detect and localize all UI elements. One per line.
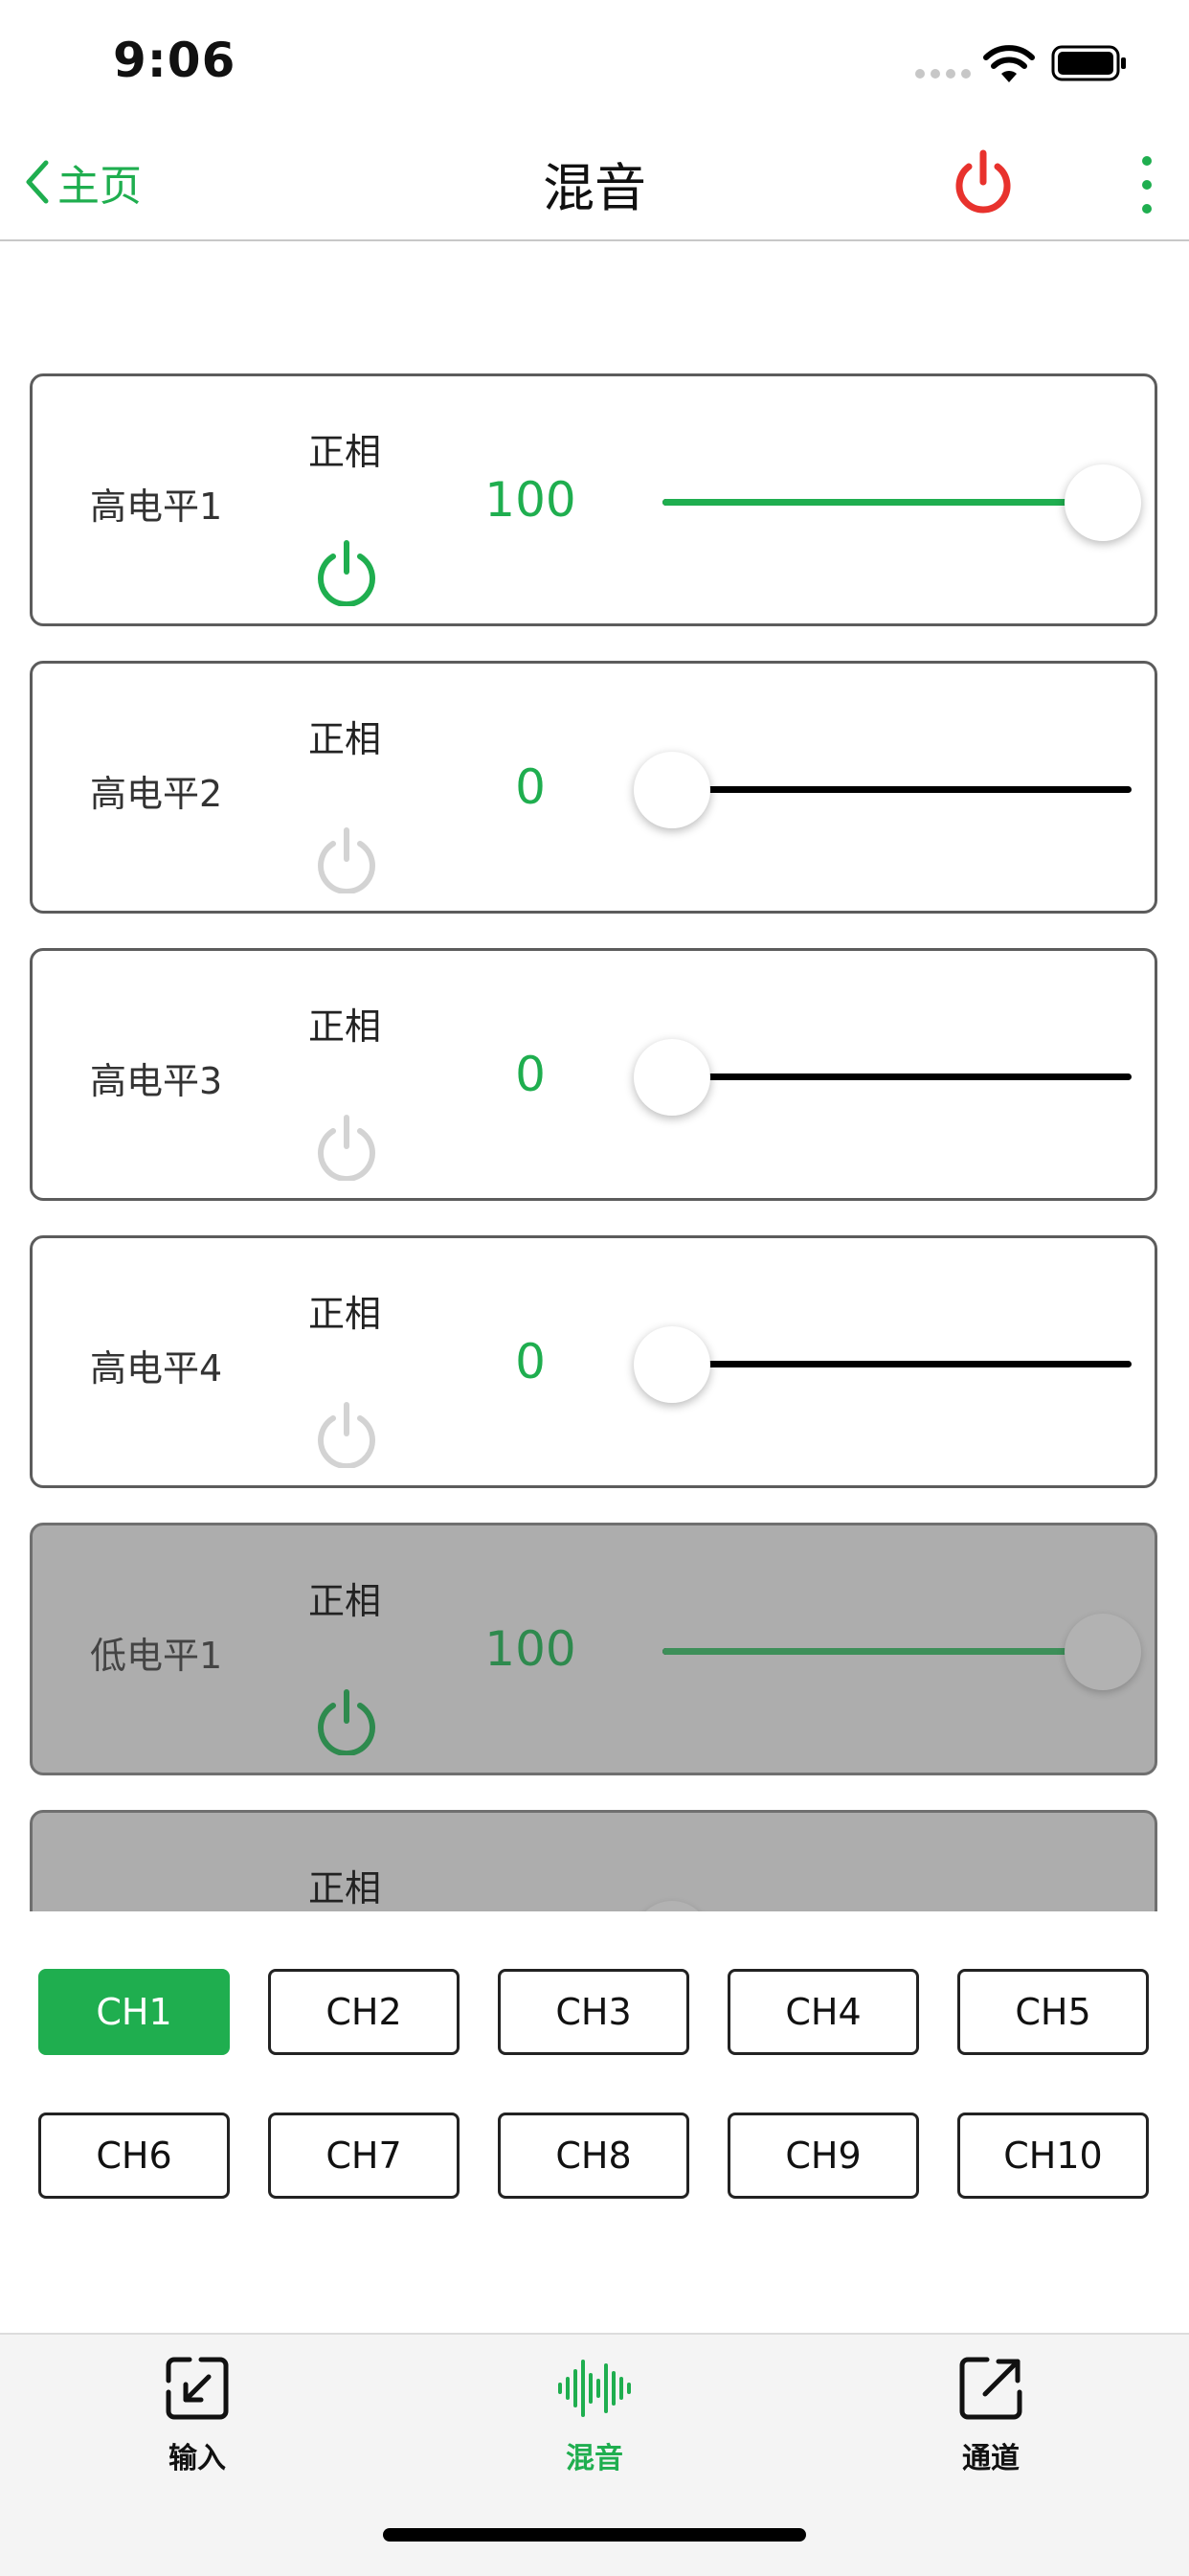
mix-level-slider[interactable]	[634, 1614, 1141, 1690]
channel-power-icon[interactable]	[314, 1686, 379, 1755]
channel-button-ch8[interactable]: CH8	[498, 2113, 689, 2199]
channel-button-ch10[interactable]: CH10	[957, 2113, 1149, 2199]
mix-card: 低电平1 正相 100	[30, 1523, 1157, 1775]
channel-button-ch4[interactable]: CH4	[728, 1969, 919, 2055]
mix-level-slider[interactable]	[634, 752, 1132, 828]
status-time: 9:06	[113, 33, 236, 88]
mix-level-value: 0	[515, 1334, 546, 1390]
slider-thumb[interactable]	[1065, 464, 1141, 541]
phase-toggle[interactable]: 正相	[308, 997, 381, 1050]
navigation-bar: 主页 混音	[0, 124, 1189, 241]
mix-card: 高电平1 正相 100	[30, 373, 1157, 626]
slider-thumb[interactable]	[634, 1326, 710, 1403]
mix-level-value: 0	[515, 1047, 546, 1102]
mix-card-label: 高电平2	[90, 773, 223, 815]
arrow-up-right-box-icon	[959, 2357, 1022, 2420]
slider-fill	[662, 1648, 1132, 1655]
phase-toggle[interactable]: 正相	[308, 1284, 381, 1337]
mix-level-slider[interactable]	[634, 1901, 1132, 1911]
channel-button-ch5[interactable]: CH5	[957, 1969, 1149, 2055]
channel-power-icon[interactable]	[314, 1399, 379, 1468]
phase-toggle[interactable]: 正相	[308, 1859, 381, 1911]
channel-power-icon[interactable]	[314, 825, 379, 893]
phase-toggle[interactable]: 正相	[308, 710, 381, 762]
slider-thumb[interactable]	[1065, 1614, 1141, 1690]
mix-card: 高电平3 正相 0	[30, 948, 1157, 1201]
mix-card-label: 高电平4	[90, 1347, 223, 1390]
mix-level-slider[interactable]	[634, 464, 1141, 541]
channel-button-ch3[interactable]: CH3	[498, 1969, 689, 2055]
mix-level-value: 100	[484, 1621, 576, 1677]
mix-level-slider[interactable]	[634, 1326, 1132, 1403]
mix-level-value: 0	[515, 759, 546, 815]
home-indicator	[383, 2528, 806, 2542]
tab-input[interactable]: 输入	[101, 2354, 293, 2488]
more-options-icon[interactable]	[1130, 151, 1164, 218]
mix-card-label: 高电平1	[90, 486, 223, 528]
mix-level-slider[interactable]	[634, 1039, 1132, 1116]
phase-toggle[interactable]: 正相	[308, 422, 381, 475]
waveform-icon	[558, 2360, 631, 2417]
tab-channel-label: 通道	[962, 2442, 1020, 2475]
wifi-icon	[983, 45, 1035, 82]
phase-toggle[interactable]: 正相	[308, 1571, 381, 1624]
channel-power-icon[interactable]	[314, 1112, 379, 1181]
mix-card-label: 高电平3	[90, 1060, 223, 1102]
slider-track	[662, 786, 1132, 793]
tab-mix-label: 混音	[566, 2442, 623, 2475]
channel-power-icon[interactable]	[314, 537, 379, 606]
arrow-down-left-box-icon	[166, 2357, 229, 2420]
tab-input-label: 输入	[168, 2442, 226, 2475]
channel-button-ch7[interactable]: CH7	[268, 2113, 460, 2199]
mix-card: 正相	[30, 1810, 1157, 1911]
channel-button-ch9[interactable]: CH9	[728, 2113, 919, 2199]
mix-card: 高电平4 正相 0	[30, 1235, 1157, 1488]
slider-track	[662, 1361, 1132, 1367]
status-bar: 9:06	[0, 0, 1189, 124]
battery-icon	[1051, 45, 1126, 81]
cellular-signal-icon	[915, 69, 971, 79]
channel-selector: CH1 CH2 CH3 CH4 CH5 CH6 CH7 CH8 CH9 CH10	[0, 1944, 1189, 2231]
slider-track	[662, 1073, 1132, 1080]
slider-thumb[interactable]	[634, 1901, 710, 1911]
slider-thumb[interactable]	[634, 752, 710, 828]
tab-mix[interactable]: 混音	[499, 2354, 690, 2488]
slider-fill	[662, 499, 1132, 506]
tab-channel[interactable]: 通道	[895, 2354, 1087, 2488]
mix-card: 高电平2 正相 0	[30, 661, 1157, 914]
mix-level-value: 100	[484, 472, 576, 528]
channel-button-ch6[interactable]: CH6	[38, 2113, 230, 2199]
channel-button-ch1[interactable]: CH1	[38, 1969, 230, 2055]
power-button[interactable]	[950, 144, 1017, 220]
mix-card-label: 低电平1	[90, 1635, 223, 1677]
channel-button-ch2[interactable]: CH2	[268, 1969, 460, 2055]
slider-thumb[interactable]	[634, 1039, 710, 1116]
mix-list[interactable]: 高电平1 正相 100 高电平2 正相 0 高电平3 正相 0 高电平4 正相 0 低电平1 正相 100 正…	[0, 241, 1189, 1911]
